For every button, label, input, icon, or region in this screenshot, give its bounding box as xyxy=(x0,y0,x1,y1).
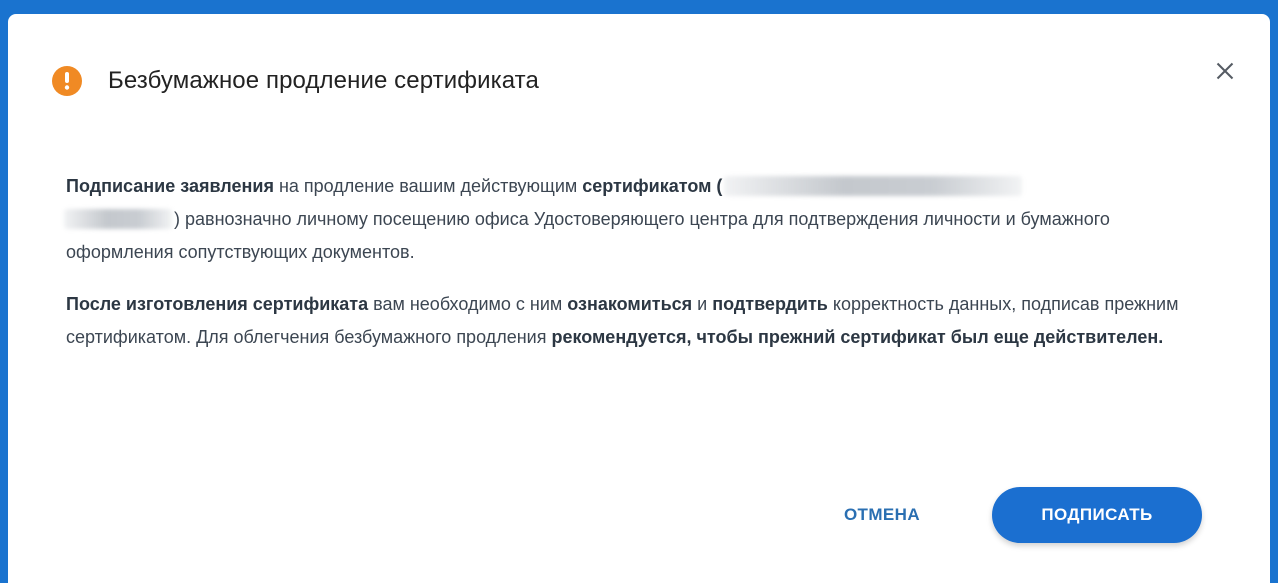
dialog-title: Безбумажное продление сертификата xyxy=(108,67,539,94)
renewal-dialog: Безбумажное продление сертификата Подпис… xyxy=(8,14,1270,583)
close-button[interactable] xyxy=(1210,58,1240,88)
warning-icon xyxy=(52,66,82,96)
cancel-button[interactable]: ОТМЕНА xyxy=(844,505,920,525)
sign-button[interactable]: ПОДПИСАТЬ xyxy=(992,487,1202,543)
redacted-certificate-info xyxy=(64,209,172,229)
text: вам необходимо с ним xyxy=(368,294,568,314)
paragraph-signing: Подписание заявления на продление вашим … xyxy=(64,170,1196,269)
bold-text: подтвердить xyxy=(712,294,828,314)
bold-text: После изготовления сертификата xyxy=(66,294,369,314)
dialog-header: Безбумажное продление сертификата xyxy=(52,66,539,96)
dialog-actions: ОТМЕНА ПОДПИСАТЬ xyxy=(844,487,1202,543)
bold-text: Подписание заявления xyxy=(66,176,274,196)
text: на продление вашим действующим xyxy=(273,176,583,196)
dialog-content: Подписание заявления на продление вашим … xyxy=(64,170,1196,373)
bold-text: ознакомиться xyxy=(567,294,693,314)
bold-text: сертификатом ( xyxy=(582,176,723,196)
bold-text: рекомендуется, чтобы прежний сертификат … xyxy=(551,327,1164,347)
text: ) равнозначно личному посещению офиса Уд… xyxy=(66,209,1110,262)
text: и xyxy=(692,294,713,314)
paragraph-after-issue: После изготовления сертификата вам необх… xyxy=(66,288,1196,354)
close-icon[interactable] xyxy=(1216,62,1234,85)
redacted-certificate-info xyxy=(724,176,1023,196)
